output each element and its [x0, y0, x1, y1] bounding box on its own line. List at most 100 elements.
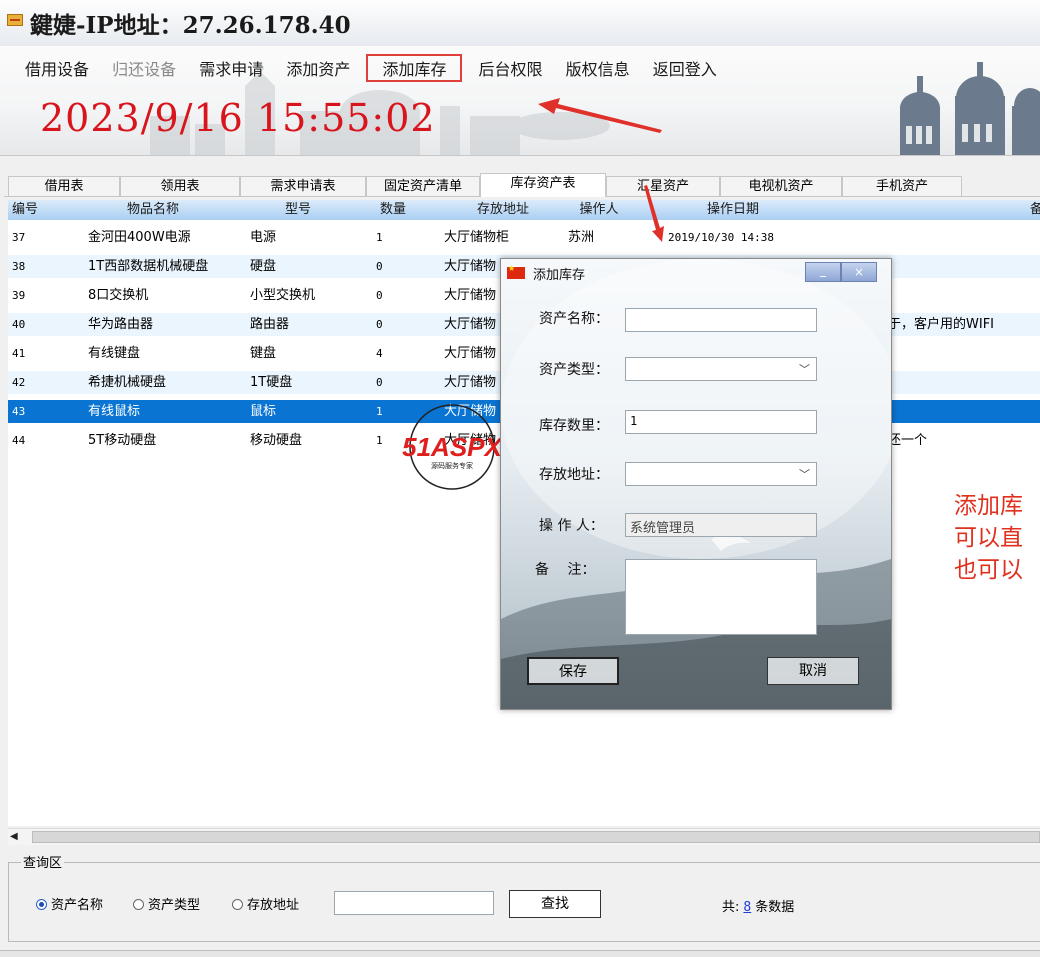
asset-type-label: 资产类型：: [539, 362, 609, 378]
record-count-suffix: 条数据: [755, 900, 795, 915]
header-divider: [0, 155, 1040, 156]
asset-name-input[interactable]: [625, 308, 817, 332]
query-frame-label: 查询区: [21, 852, 65, 871]
cell-item-name: 希捷机械硬盘: [88, 375, 167, 390]
cell-item-name: 华为路由器: [88, 317, 154, 332]
menu-permissions[interactable]: 后台权限: [472, 54, 550, 82]
cell-quantity: 4: [376, 347, 383, 360]
annotation-arrow-icon: [644, 185, 664, 242]
cell-quantity: 0: [376, 376, 383, 389]
tab-fixed-assets[interactable]: 固定资产清单: [366, 176, 480, 196]
cell-operator: 苏洲: [568, 230, 595, 245]
cell-id: 39: [12, 289, 26, 302]
cell-model: 键盘: [250, 346, 277, 361]
tab-phone-assets[interactable]: 手机资产: [842, 176, 962, 196]
close-button[interactable]: ×: [841, 262, 877, 282]
save-button[interactable]: 保存: [527, 657, 619, 685]
menu-borrow-device[interactable]: 借用设备: [18, 54, 96, 82]
radio-label: 资产类型: [148, 898, 201, 913]
cell-id: 43: [12, 405, 26, 418]
cell-id: 40: [12, 318, 26, 331]
cancel-button[interactable]: 取消: [767, 657, 859, 685]
tab-inventory-assets[interactable]: 库存资产表: [480, 173, 606, 197]
menu-request[interactable]: 需求申请: [192, 54, 270, 82]
cell-model: 移动硬盘: [250, 433, 303, 448]
header-model[interactable]: 型号: [248, 200, 348, 220]
title-bar: 鍵婕-IP地址：27.26.178.40: [0, 0, 1040, 46]
annotation-arrow-icon: [538, 98, 662, 133]
table-header: 编号 物品名称 型号 数量 存放地址 操作人 操作日期 备: [8, 200, 1040, 220]
header-quantity[interactable]: 数量: [368, 200, 418, 220]
operator-label: 操 作 人：: [539, 518, 604, 534]
menu-add-inventory[interactable]: 添加库存: [366, 54, 463, 82]
location-label: 存放地址：: [539, 467, 609, 483]
annotation-text: 也可以: [954, 557, 1023, 583]
cell-model: 路由器: [250, 317, 290, 332]
quantity-input[interactable]: 1: [625, 410, 817, 434]
tab-borrow-table[interactable]: 借用表: [8, 176, 120, 196]
header-date[interactable]: 操作日期: [658, 200, 808, 220]
query-area: 查询区 资产名称 资产类型 存放地址 查找 共: 8 条数据: [8, 852, 1040, 942]
dialog-title: 添加库存: [533, 268, 586, 283]
watermark-logo: 51ASPX 源码服务专家: [402, 404, 504, 490]
cell-quantity: 0: [376, 289, 383, 302]
header-banner: 借用设备 归还设备 需求申请 添加资产 添加库存 后台权限 版权信息 返回登入 …: [0, 46, 1040, 156]
cell-location: 大厅储物: [444, 317, 497, 332]
menu-logout[interactable]: 返回登入: [646, 54, 724, 82]
cell-model: 硬盘: [250, 259, 277, 274]
tab-tv-assets[interactable]: 电视机资产: [720, 176, 842, 196]
cell-location: 大厅储物: [444, 288, 497, 303]
radio-asset-name[interactable]: 资产名称: [36, 894, 103, 913]
radio-location[interactable]: 存放地址: [232, 894, 299, 913]
radio-unchecked-icon: [133, 899, 144, 910]
header-remark[interactable]: 备: [1030, 200, 1040, 220]
cell-item-name: 有线键盘: [88, 346, 141, 361]
header-item-name[interactable]: 物品名称: [78, 200, 228, 220]
cell-quantity: 1: [376, 231, 383, 244]
asset-type-select[interactable]: ﹀: [625, 357, 817, 381]
horizontal-scrollbar[interactable]: ◀: [8, 828, 1040, 845]
annotation-text: 添加库: [954, 493, 1023, 519]
cell-id: 38: [12, 260, 26, 273]
search-input[interactable]: [334, 891, 494, 915]
annotation-text: 可以直: [954, 525, 1023, 551]
header-id[interactable]: 编号: [12, 200, 52, 220]
radio-checked-icon: [36, 899, 47, 910]
minimize-button[interactable]: _: [805, 262, 841, 282]
app-icon: [7, 14, 23, 26]
datetime-display: 2023/9/16 15:55:02: [40, 96, 436, 140]
cell-remark: 还一个: [888, 433, 928, 448]
operator-field: 系统管理员: [625, 513, 817, 537]
remark-label: 备 注：: [535, 562, 596, 578]
menu-return-device[interactable]: 归还设备: [105, 54, 183, 82]
header-operator[interactable]: 操作人: [564, 200, 634, 220]
cell-date: 2019/10/30 14:38: [668, 231, 774, 244]
cell-model: 1T硬盘: [250, 375, 293, 390]
scroll-left-icon[interactable]: ◀: [10, 831, 18, 842]
menu-bar: 借用设备 归还设备 需求申请 添加资产 添加库存 后台权限 版权信息 返回登入: [18, 54, 728, 82]
search-button[interactable]: 查找: [509, 890, 601, 918]
asset-name-label: 资产名称：: [539, 311, 609, 327]
cell-id: 41: [12, 347, 26, 360]
cell-id: 37: [12, 231, 26, 244]
cell-item-name: 8口交换机: [88, 288, 149, 303]
header-location[interactable]: 存放地址: [448, 200, 558, 220]
menu-add-asset[interactable]: 添加资产: [279, 54, 357, 82]
cell-id: 44: [12, 434, 26, 447]
tab-request-table[interactable]: 需求申请表: [240, 176, 366, 196]
cell-quantity: 1: [376, 434, 383, 447]
scrollbar-thumb[interactable]: [32, 831, 1040, 843]
watermark-tagline: 源码服务专家: [431, 461, 473, 470]
chevron-down-icon: ﹀: [799, 363, 810, 376]
window-title: 鍵婕-IP地址：27.26.178.40: [30, 12, 351, 39]
remark-textarea[interactable]: [625, 559, 817, 635]
location-select[interactable]: ﹀: [625, 462, 817, 486]
record-count-link[interactable]: 8: [743, 900, 751, 915]
cell-location: 大厅储物: [444, 259, 497, 274]
menu-copyright[interactable]: 版权信息: [559, 54, 637, 82]
cell-quantity: 1: [376, 405, 383, 418]
radio-asset-type[interactable]: 资产类型: [133, 894, 200, 913]
table-row[interactable]: 37 金河田400W电源 电源 1 大厅储物柜 苏洲 2019/10/30 14…: [8, 226, 1040, 249]
tab-receive-table[interactable]: 领用表: [120, 176, 240, 196]
cell-model: 小型交换机: [250, 288, 316, 303]
